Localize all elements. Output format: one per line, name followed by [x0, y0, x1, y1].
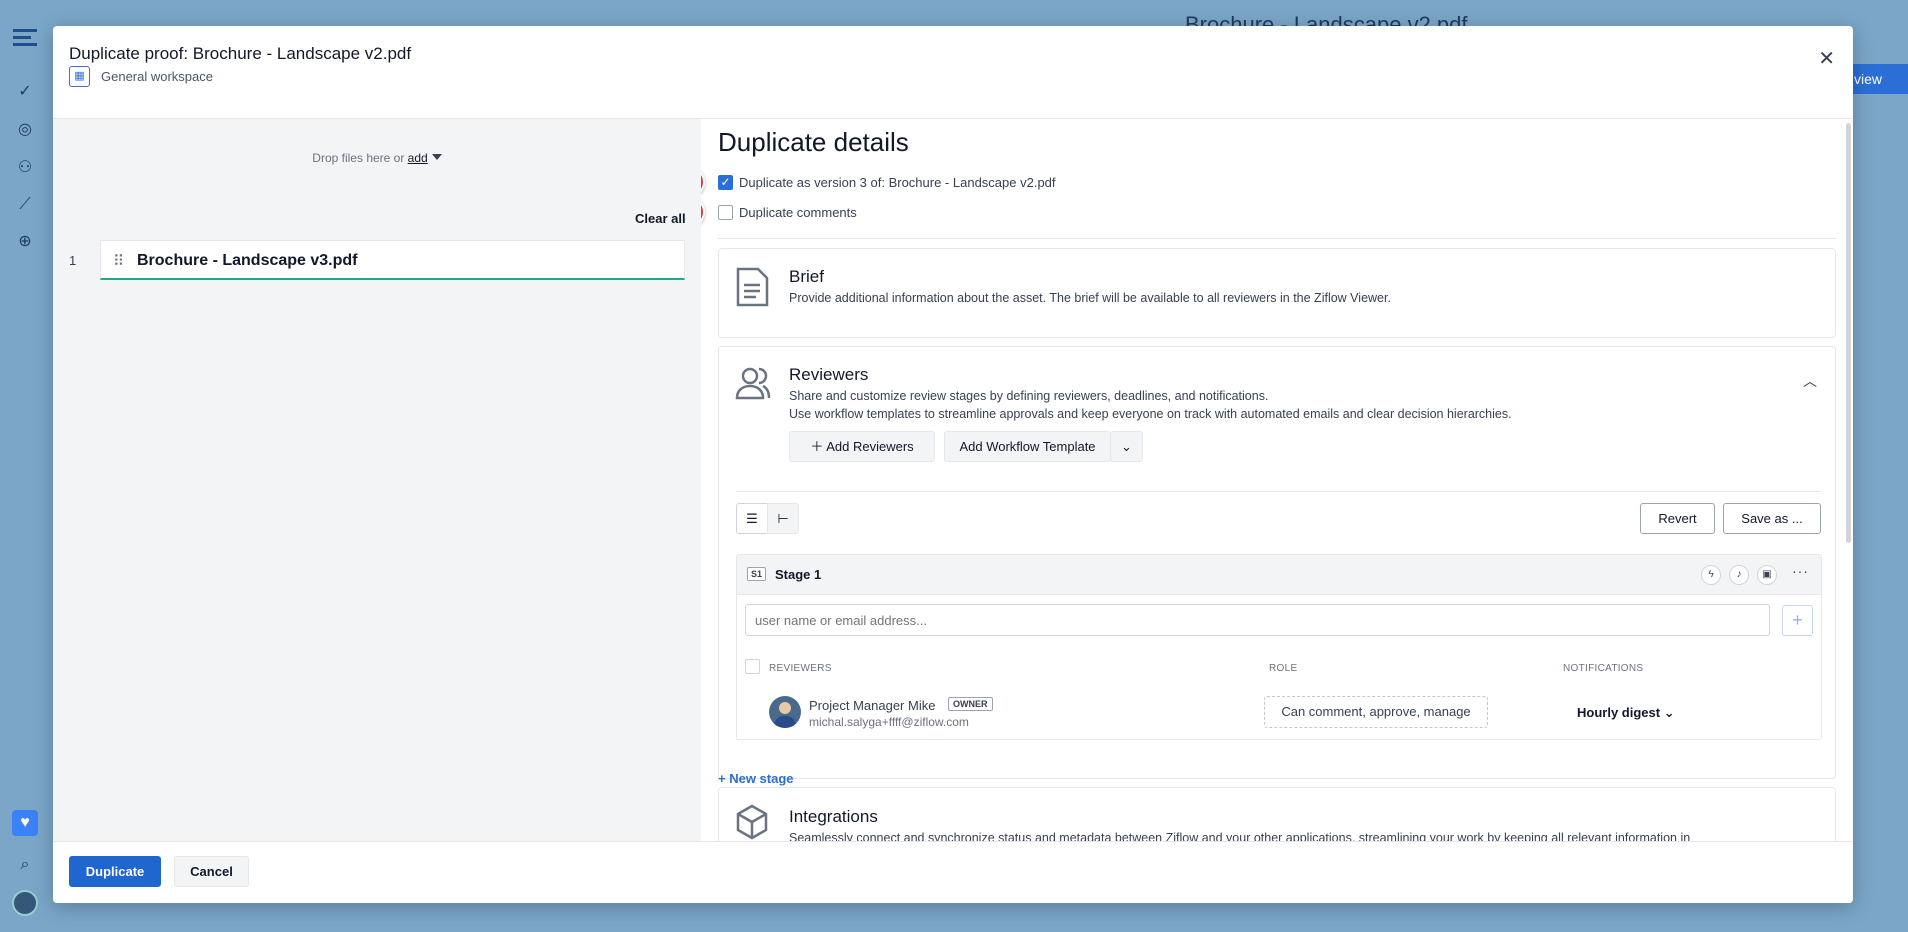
clear-all-button[interactable]: Clear all: [635, 211, 686, 226]
chart-icon[interactable]: ⟋: [12, 192, 38, 218]
reviewers-desc-2: Use workflow templates to streamline app…: [789, 407, 1512, 421]
bell-icon[interactable]: ♪: [1729, 565, 1749, 585]
col-notifications: NOTIFICATIONS: [1563, 663, 1644, 674]
modal-title: Duplicate proof: Brochure - Landscape v2…: [69, 44, 412, 63]
workspace-name: General workspace: [101, 69, 213, 84]
list-icon: ☰: [746, 511, 758, 526]
add-workflow-template-button[interactable]: Add Workflow Template: [944, 431, 1111, 462]
eye-icon[interactable]: ◎: [12, 116, 38, 142]
stage-tag: S1: [747, 567, 767, 581]
brief-card[interactable]: Brief Provide additional information abo…: [718, 248, 1836, 338]
new-stage-button[interactable]: + New stage: [718, 771, 794, 786]
duplicate-comments-label: Duplicate comments: [739, 205, 857, 220]
duplicate-comments-checkbox[interactable]: [718, 205, 733, 220]
plus-icon: ＋: [810, 439, 824, 454]
reviewer-search-input[interactable]: [745, 604, 1770, 636]
list-view-button[interactable]: ☰: [736, 503, 768, 534]
divider: [718, 238, 1836, 239]
add-reviewer-plus-button[interactable]: +: [1782, 605, 1813, 636]
integrations-title: Integrations: [789, 807, 878, 826]
brief-title: Brief: [789, 267, 824, 286]
col-reviewers: REVIEWERS: [769, 663, 832, 674]
reviewers-desc-1: Share and customize review stages by def…: [789, 389, 1269, 403]
modal-header: Duplicate proof: Brochure - Landscape v2…: [53, 26, 1853, 119]
notifications-value: Hourly digest: [1577, 705, 1661, 720]
cancel-button[interactable]: Cancel: [174, 856, 249, 887]
chevron-down-icon: ⌄: [1663, 705, 1675, 720]
menu-icon[interactable]: [12, 24, 38, 50]
stage-name[interactable]: Stage 1: [775, 567, 821, 582]
modal-footer: Duplicate Cancel: [53, 841, 1853, 903]
chevron-down-icon: ⌄: [1121, 439, 1132, 454]
template-dropdown-button[interactable]: ⌄: [1110, 431, 1143, 462]
close-icon[interactable]: ✕: [1818, 46, 1835, 71]
add-circle-icon[interactable]: ⊕: [12, 228, 38, 254]
document-icon: [735, 267, 769, 307]
search-icon[interactable]: ⌕: [12, 852, 38, 878]
lightning-icon[interactable]: ϟ: [1701, 565, 1721, 585]
divider: [736, 491, 1822, 492]
more-icon[interactable]: ···: [1792, 563, 1809, 579]
workspace-icon: ▦: [69, 66, 90, 87]
caret-down-icon[interactable]: [431, 154, 442, 160]
brief-desc: Provide additional information about the…: [789, 291, 1391, 305]
select-all-checkbox[interactable]: [745, 659, 760, 674]
file-name: Brochure - Landscape v3.pdf: [137, 252, 358, 269]
avatar: [769, 696, 801, 728]
role-select[interactable]: Can comment, approve, manage: [1264, 696, 1488, 728]
heart-icon[interactable]: ♥: [12, 810, 38, 836]
drop-text: Drop files here or: [312, 151, 408, 165]
stage-header: S1 Stage 1 ϟ ♪ ▣ ···: [737, 555, 1821, 595]
add-reviewers-button[interactable]: ＋ Add Reviewers: [789, 431, 935, 462]
file-index: 1: [69, 253, 77, 268]
step-badge-2: 2: [701, 197, 705, 227]
tree-view-button[interactable]: ⊢: [767, 503, 799, 534]
duplicate-proof-modal: Duplicate proof: Brochure - Landscape v2…: [53, 26, 1853, 903]
users-icon[interactable]: ⚇: [12, 154, 38, 180]
chevron-up-icon[interactable]: ︿: [1803, 371, 1817, 391]
stage-1: S1 Stage 1 ϟ ♪ ▣ ··· + REVIEWERS ROLE NO…: [736, 554, 1822, 740]
owner-badge: OWNER: [948, 697, 993, 711]
scrollbar[interactable]: [1846, 123, 1851, 543]
reviewer-email: michal.salyga+ffff@ziflow.com: [809, 715, 969, 729]
duplicate-version-checkbox[interactable]: ✓: [718, 175, 733, 190]
add-reviewers-label: Add Reviewers: [826, 439, 914, 454]
file-row[interactable]: ⠿ Brochure - Landscape v3.pdf: [100, 240, 685, 280]
details-heading: Duplicate details: [718, 127, 909, 157]
reviewers-title: Reviewers: [789, 365, 869, 384]
file-upload-pane: Drop files here or add Clear all 1 ⠿ Bro…: [53, 119, 701, 841]
drop-zone[interactable]: Drop files here or add: [53, 151, 701, 165]
integrations-card[interactable]: Integrations Seamlessly connect and sync…: [718, 787, 1836, 841]
reviewers-card: Reviewers ︿ Share and customize review s…: [718, 346, 1836, 779]
duplicate-version-label: Duplicate as version 3 of: Brochure - La…: [739, 175, 1056, 190]
duplicate-button[interactable]: Duplicate: [69, 856, 161, 887]
checkmark-icon[interactable]: ✓: [12, 78, 38, 104]
hierarchy-icon: ⊢: [777, 511, 789, 526]
drag-handle-icon[interactable]: ⠿: [113, 252, 124, 270]
user-avatar[interactable]: [12, 890, 38, 916]
app-rail: ✓ ◎ ⚇ ⟋ ⊕ ♥ ⌕: [0, 0, 52, 932]
col-role: ROLE: [1269, 663, 1298, 674]
reviewer-name: Project Manager Mike: [809, 698, 936, 713]
background-review-button[interactable]: view: [1848, 64, 1908, 94]
revert-button[interactable]: Revert: [1640, 503, 1715, 534]
users-icon: [735, 365, 771, 405]
notifications-dropdown[interactable]: Hourly digest ⌄: [1577, 705, 1675, 721]
integrations-desc: Seamlessly connect and synchronize statu…: [789, 831, 1691, 841]
duplicate-details-pane: Duplicate details ✓ Duplicate as version…: [701, 119, 1853, 841]
step-badge-1: 1: [701, 167, 705, 197]
save-as-button[interactable]: Save as ...: [1723, 503, 1821, 534]
cube-icon: [735, 804, 769, 841]
add-link[interactable]: add: [408, 151, 428, 165]
lock-icon[interactable]: ▣: [1757, 565, 1777, 585]
